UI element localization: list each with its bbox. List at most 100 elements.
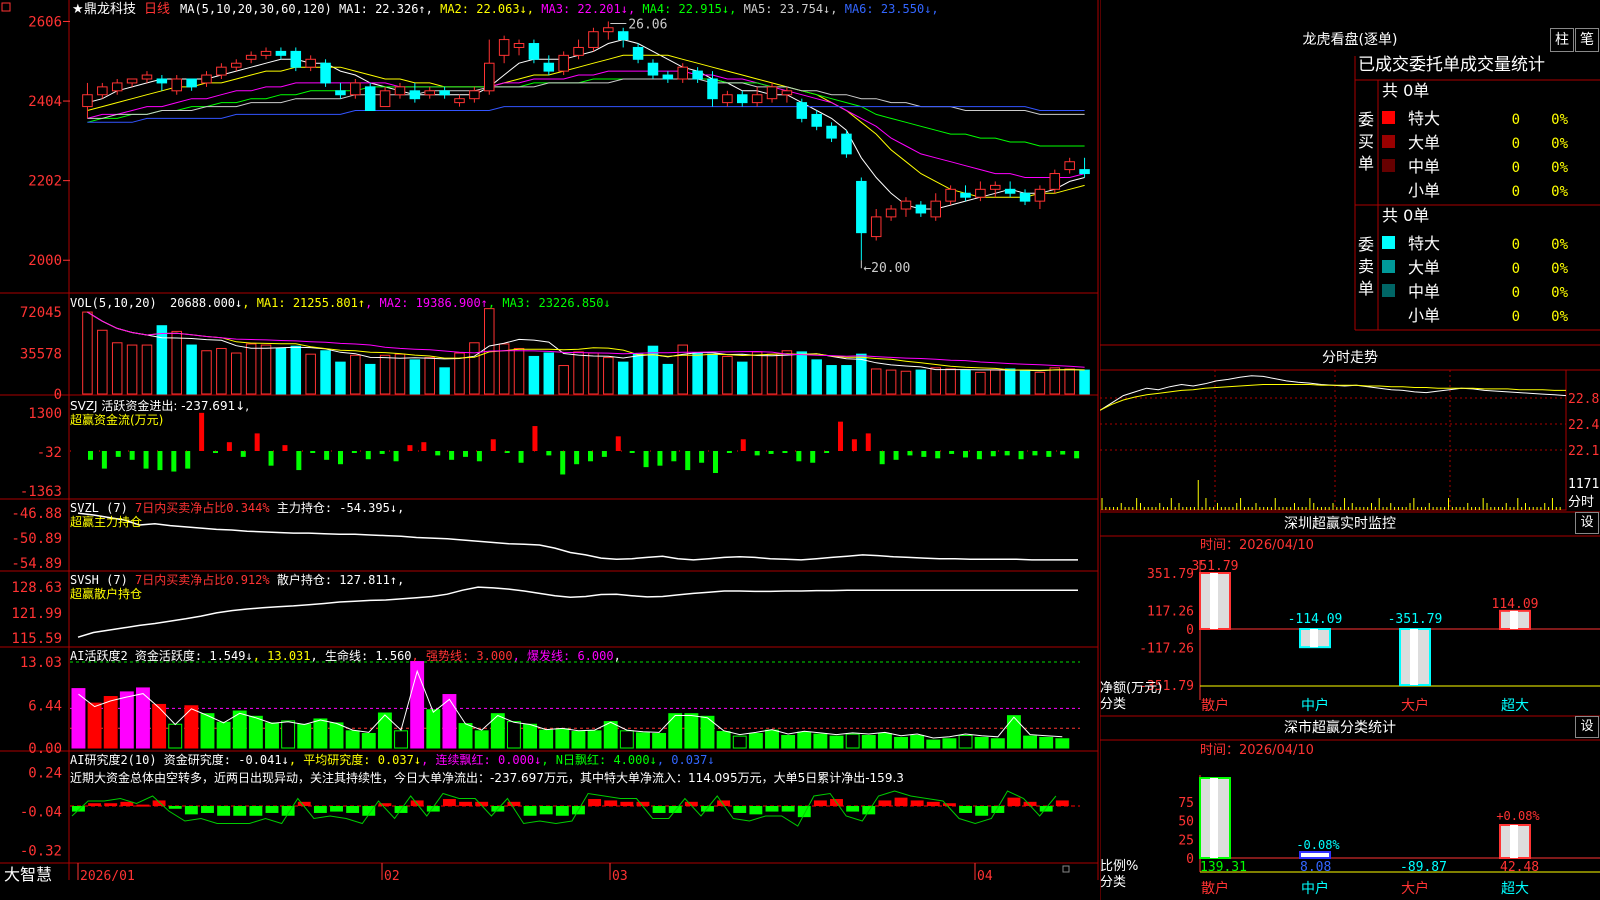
longhu-buy-row-label: 中单 (1408, 157, 1440, 176)
volume-bar (1004, 368, 1016, 395)
ai-research-bar (313, 806, 327, 813)
sz-monitor-value-label: -114.09 (1288, 612, 1343, 627)
svzj-bar (88, 451, 93, 460)
svzj-subtitle: 超赢资金流(万元) (70, 412, 163, 427)
candle-body (454, 98, 465, 104)
volume-bar (1079, 369, 1090, 395)
ai-activity-bar (861, 734, 876, 749)
ai-research-bar (265, 806, 279, 813)
ai-activity-bar (200, 713, 215, 749)
ai-research-bar (201, 806, 214, 813)
volume-bar (335, 361, 346, 395)
svsh-title-part: 7日内买卖净占比0.912% (128, 572, 271, 587)
ai-activity-bar (813, 733, 828, 749)
candle-body (126, 78, 138, 84)
ai-research-bar (555, 806, 569, 816)
ai-research-bar (926, 801, 940, 806)
candle-body (617, 31, 629, 41)
main-chart-area[interactable]: 2606 2404 2202 2000 26.06 ←20.00 ★ 鼎龙科技 日线 MA(5,1… (0, 0, 1100, 900)
svzl-title-part: SVZL (7) (70, 501, 128, 515)
sz-monitor-settings-button[interactable]: 设 (1575, 512, 1599, 534)
candle-body (990, 184, 1001, 190)
candle (394, 82, 406, 99)
stock-name: 鼎龙科技 (84, 2, 136, 17)
volume-bar (841, 365, 852, 395)
candle (335, 82, 346, 99)
volume-title: VOL(5,10,20) (70, 296, 157, 310)
sz-class-settings-button[interactable]: 设 (1575, 716, 1599, 738)
candle-body (751, 94, 763, 104)
volume-bar (1019, 369, 1031, 395)
candle-body (528, 43, 540, 60)
svzj-bar (990, 451, 996, 457)
sz-monitor-bar-highlight (1210, 573, 1218, 629)
sz-monitor-time: 时间：2026/04/10 (1200, 538, 1314, 553)
ai-activity-title-part-0: AI活跃度2 资金活跃度: 1.549↓ (70, 648, 253, 663)
ai-research-bar (959, 806, 972, 813)
sz-class-y-label: 50 (1178, 815, 1194, 830)
ai-activity-bar (394, 730, 408, 749)
date-label: 04 (977, 869, 993, 884)
svzj-bar (851, 439, 857, 451)
ai-activity-bar (603, 721, 618, 749)
ai-activity-bar (103, 696, 118, 749)
ai-research-bar (249, 806, 263, 816)
volume-bar (111, 342, 123, 395)
sz-class-bar-highlight (1210, 778, 1218, 858)
svzj-bar (254, 433, 260, 451)
longhu-buy-total: 共 0单 (1382, 81, 1429, 100)
longhu-sell-row-qty: 0 (1512, 309, 1520, 325)
longhu-buy-row-qty: 0 (1512, 160, 1520, 176)
ai-activity-bar (248, 715, 263, 749)
ai-research-bar (297, 801, 311, 806)
ai-activity-title-part-1: , 13.031 (253, 649, 311, 663)
candle-body (826, 125, 837, 139)
volume-bar (692, 352, 703, 395)
candle-body (632, 46, 644, 60)
candle-body (900, 200, 912, 210)
ai-activity-bar (958, 734, 973, 749)
longhu-buy-row-pct: 0% (1551, 160, 1568, 176)
sz-monitor-category: 大户 (1401, 697, 1429, 714)
candle (900, 197, 912, 217)
longhu-buy-color-swatch (1382, 159, 1395, 172)
candle (216, 63, 227, 79)
candle (409, 82, 421, 103)
volume-bar (82, 311, 93, 395)
candle-body (231, 62, 242, 68)
volume-bar (930, 367, 941, 395)
svzl-y-label: -46.88 (11, 506, 62, 522)
candle (156, 75, 168, 91)
candle (1019, 189, 1031, 206)
date-label: 02 (384, 869, 400, 884)
candle (677, 63, 688, 83)
favorite-star-icon: ★ (72, 2, 84, 17)
sz-monitor-bar-highlight (1510, 610, 1518, 629)
column-mode-button[interactable]: 柱 (1550, 28, 1574, 52)
sz-class-left-label: 分类 (1100, 875, 1126, 890)
svzl-y-label: -54.89 (11, 556, 62, 572)
ai-activity-bar (845, 733, 860, 749)
svzj-bar (1060, 451, 1066, 455)
sz-monitor-y-label: -117.26 (1139, 642, 1194, 657)
tick-mode-button[interactable]: 笔 (1575, 28, 1599, 52)
volume-bar (632, 353, 644, 395)
candle-body (97, 86, 108, 96)
low-marker-label: ←20.00 (863, 261, 910, 276)
sz-class-bar-body (1299, 851, 1331, 859)
candle-body (1019, 192, 1031, 202)
svzj-bar (921, 451, 927, 457)
ai-research-y-label: -0.32 (20, 844, 62, 860)
svzj-bar (865, 433, 871, 451)
candle-body (766, 86, 778, 100)
svzl-line (77, 512, 1078, 561)
ai-activity-bar (87, 702, 102, 749)
svzj-bar (449, 451, 455, 460)
volume-bar (231, 352, 242, 395)
sz-class-category: 中户 (1301, 880, 1329, 897)
volume-bar (126, 344, 138, 395)
candle-body (469, 90, 480, 100)
volume-bar (394, 353, 406, 395)
ai-research-title-part-1: , 平均研究度: 0.037↓ (289, 752, 421, 767)
ai-activity-title-part-2: , 生命线: 1.560 (311, 648, 412, 663)
